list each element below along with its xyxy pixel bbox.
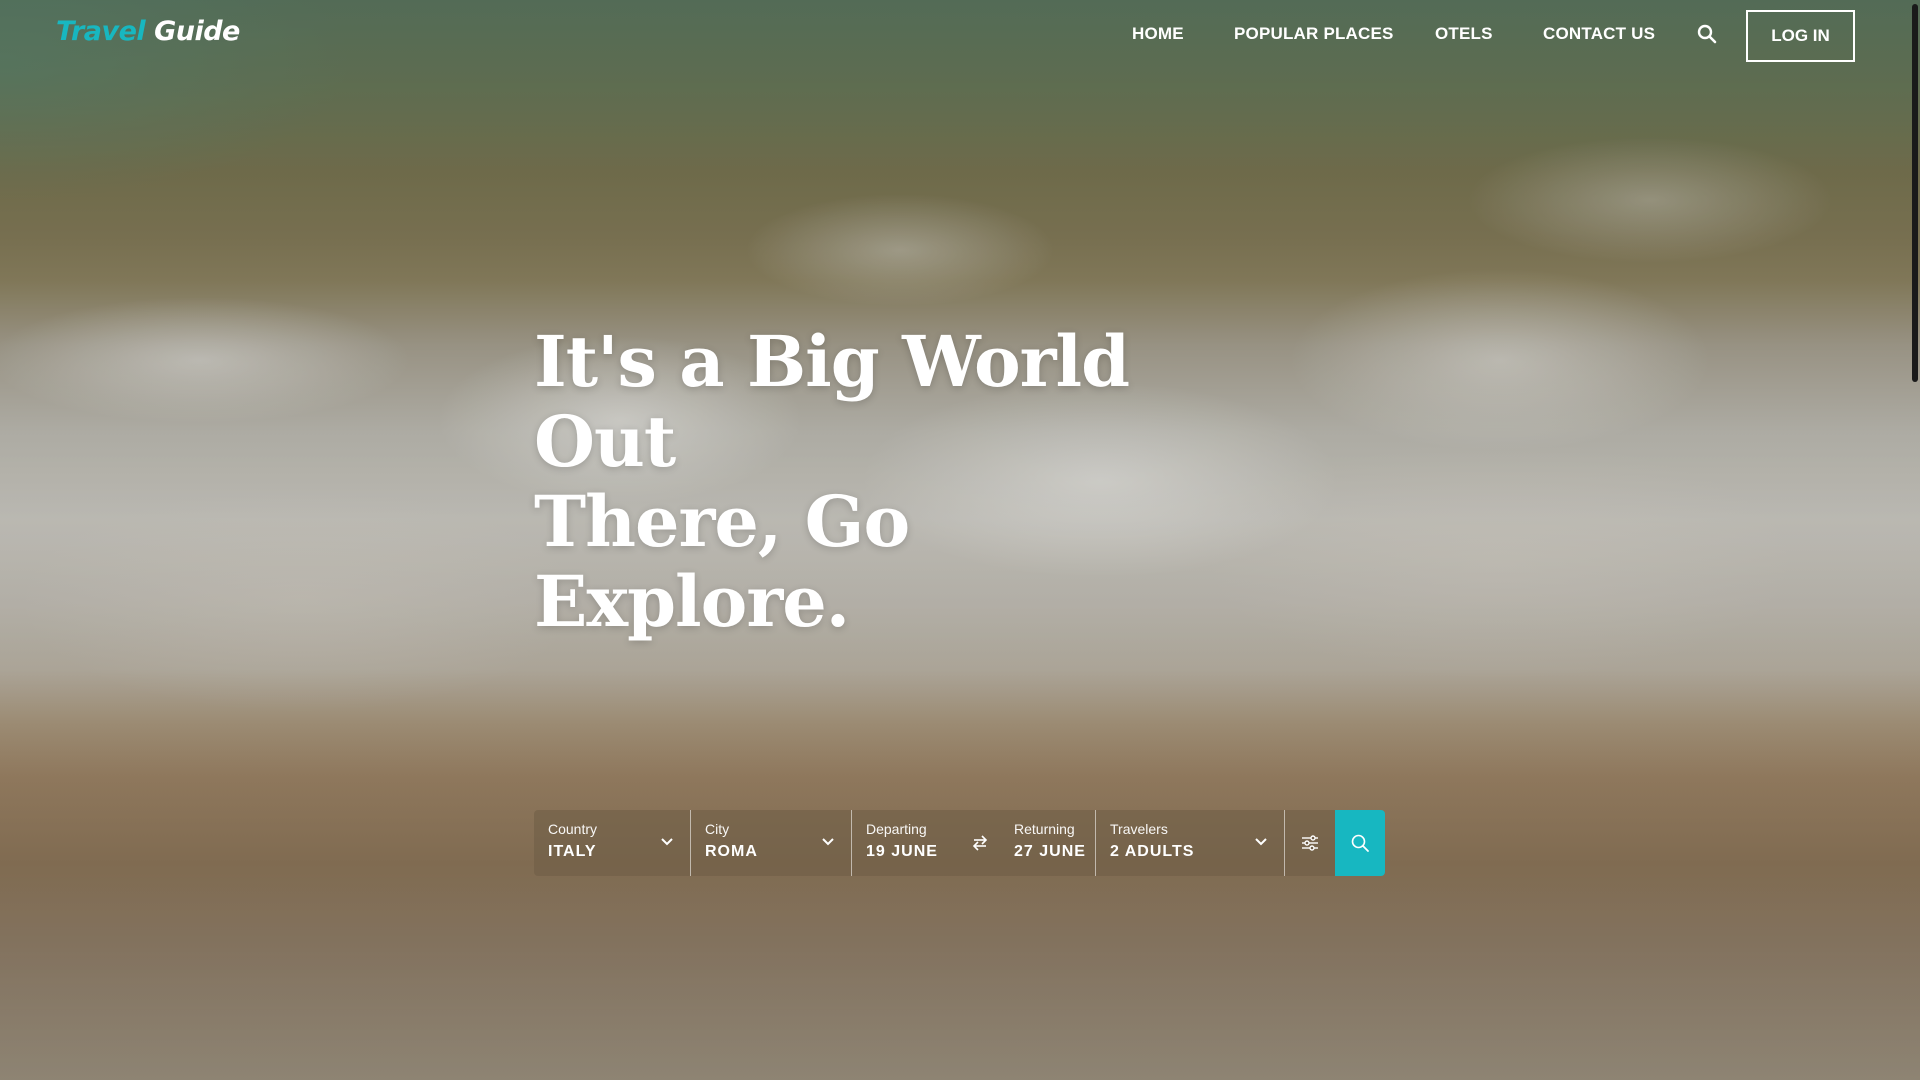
search-icon — [1351, 834, 1369, 852]
city-select[interactable]: City ROMA — [691, 810, 852, 876]
logo-part-travel: Travel — [56, 16, 146, 47]
returning-label: Returning — [1014, 821, 1075, 837]
headline-line-2: There, Go Explore. — [534, 480, 910, 643]
city-value: ROMA — [705, 843, 758, 860]
login-button[interactable]: LOG IN — [1746, 10, 1855, 62]
logo-part-guide: Guide — [154, 16, 240, 47]
page-scrollbar[interactable] — [1908, 0, 1920, 1080]
site-logo[interactable]: Travel Guide — [56, 16, 240, 47]
nav-popular-places[interactable]: POPULAR PLACES — [1234, 24, 1394, 44]
travelers-select[interactable]: Travelers 2 ADULTS — [1096, 810, 1285, 876]
country-label: Country — [548, 821, 598, 837]
filter-button[interactable] — [1285, 810, 1335, 876]
hero-headline: It's a Big World Out There, Go Explore. — [534, 322, 1234, 642]
departing-label: Departing — [866, 821, 927, 837]
nav-home[interactable]: HOME — [1132, 24, 1184, 44]
country-value: ITALY — [548, 843, 597, 860]
travelers-value: 2 ADULTS — [1110, 843, 1195, 860]
chevron-down-icon — [822, 838, 834, 846]
search-submit-button[interactable] — [1335, 810, 1385, 876]
chevron-down-icon — [661, 838, 673, 846]
search-icon[interactable] — [1697, 24, 1719, 46]
site-header: Travel Guide HOME POPULAR PLACES OTELS C… — [0, 0, 1920, 70]
date-range-picker[interactable]: Departing 19 JUNE Returning 27 JUNE — [852, 810, 1096, 876]
city-label: City — [705, 821, 730, 837]
nav-contact-us[interactable]: CONTACT US — [1543, 24, 1655, 44]
departing-value: 19 JUNE — [866, 843, 938, 860]
nav-otels[interactable]: OTELS — [1435, 24, 1493, 44]
swap-arrows-icon[interactable] — [970, 834, 990, 852]
trip-search-bar: Country ITALY City ROMA Departing 19 JUN… — [534, 810, 1385, 876]
sliders-icon — [1302, 835, 1318, 851]
travelers-label: Travelers — [1110, 821, 1168, 837]
returning-value: 27 JUNE — [1014, 843, 1086, 860]
chevron-down-icon — [1255, 838, 1267, 846]
country-select[interactable]: Country ITALY — [534, 810, 691, 876]
scrollbar-thumb[interactable] — [1912, 4, 1918, 382]
headline-line-1: It's a Big World Out — [534, 320, 1130, 483]
